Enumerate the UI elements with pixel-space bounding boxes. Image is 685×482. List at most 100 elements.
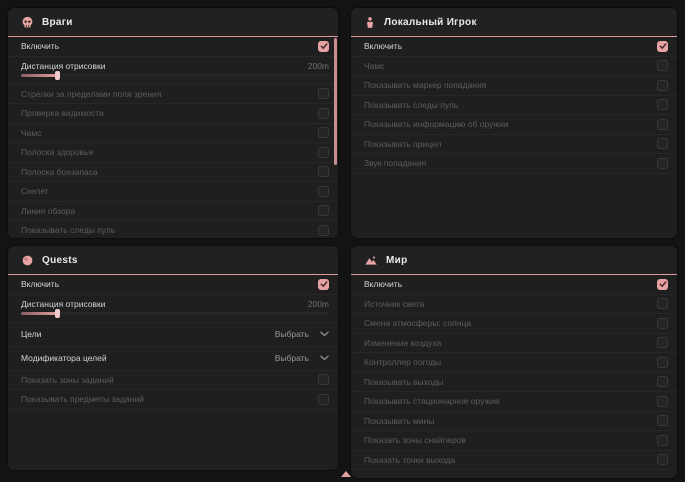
dropdown[interactable]: Выбрать xyxy=(275,329,329,339)
setting-row[interactable]: Показывать предметы заданий xyxy=(8,390,338,410)
checkbox[interactable] xyxy=(657,41,668,52)
setting-row[interactable]: Показывать стационарное оружие xyxy=(351,392,677,412)
checkbox[interactable] xyxy=(657,357,668,368)
setting-label: Показать точки выхода xyxy=(364,455,455,465)
checkbox[interactable] xyxy=(318,127,329,138)
slider-header: Дистанция отрисовки200m xyxy=(21,61,329,71)
slider-value: 200m xyxy=(308,299,329,309)
checkbox[interactable] xyxy=(318,225,329,236)
setting-label: Включить xyxy=(21,279,59,289)
setting-row[interactable]: Смена атмосферы: солнца xyxy=(351,314,677,334)
checkbox[interactable] xyxy=(318,41,329,52)
setting-row[interactable]: Включить xyxy=(351,275,677,295)
setting-row[interactable]: Проверка видимости xyxy=(8,104,338,124)
setting-label: Показать зоны заданий xyxy=(21,375,114,385)
checkbox[interactable] xyxy=(657,318,668,329)
setting-row[interactable]: Показать зоны снайперов xyxy=(351,431,677,451)
setting-row[interactable]: Показывать следы пуль xyxy=(351,96,677,116)
setting-row[interactable]: Линия обзора xyxy=(8,202,338,222)
checkbox[interactable] xyxy=(318,205,329,216)
checkbox[interactable] xyxy=(318,279,329,290)
setting-label: Дистанция отрисовки xyxy=(21,61,106,71)
checkbox[interactable] xyxy=(657,415,668,426)
panel-enemies: Враги Включить Дистанция отрисовки200m Стре… xyxy=(8,8,338,238)
setting-row[interactable]: Показывать мины xyxy=(351,412,677,432)
panel-header: Quests xyxy=(8,246,338,275)
checkbox[interactable] xyxy=(318,374,329,385)
setting-row[interactable]: Источник света xyxy=(351,295,677,315)
scroll-up-indicator[interactable] xyxy=(341,471,351,477)
setting-row[interactable]: Модификатора целейВыбрать xyxy=(8,347,338,371)
setting-row[interactable]: ЦелиВыбрать xyxy=(8,323,338,347)
setting-label: Полоска здоровья xyxy=(21,147,93,157)
checkbox[interactable] xyxy=(657,60,668,71)
setting-row[interactable]: Полоска боезапаса xyxy=(8,163,338,183)
setting-label: Стрелки за пределами поля зрения xyxy=(21,89,161,99)
setting-row[interactable]: Показать точки выхода xyxy=(351,451,677,471)
checkbox[interactable] xyxy=(657,396,668,407)
panel-body: Включить Дистанция отрисовки200m Стрелки з… xyxy=(8,37,338,238)
slider-fill xyxy=(21,312,58,315)
setting-row[interactable]: Показывать следы пуль xyxy=(8,221,338,238)
setting-label: Изменение воздуха xyxy=(364,338,441,348)
panel-title: Мир xyxy=(386,255,408,266)
checkbox[interactable] xyxy=(318,394,329,405)
checkbox[interactable] xyxy=(657,454,668,465)
setting-row[interactable]: Показывать выходы xyxy=(351,373,677,393)
checkbox[interactable] xyxy=(657,279,668,290)
setting-row[interactable]: Чамс xyxy=(8,124,338,144)
panel-world: Мир Включить Источник света Смена атмосферы… xyxy=(351,246,677,478)
setting-row[interactable]: Скелет xyxy=(8,182,338,202)
setting-row[interactable]: Показывать прицел xyxy=(351,135,677,155)
setting-row[interactable]: Дистанция отрисовки200m xyxy=(8,295,338,323)
setting-label: Включить xyxy=(364,41,402,51)
setting-row[interactable]: Полоска здоровья xyxy=(8,143,338,163)
panel-title: Локальный Игрок xyxy=(384,17,477,28)
panel-body: Включить Источник света Смена атмосферы: с… xyxy=(351,275,677,470)
slider-fill xyxy=(21,74,58,77)
checkbox[interactable] xyxy=(318,88,329,99)
setting-row[interactable]: Включить xyxy=(8,37,338,57)
checkbox[interactable] xyxy=(657,158,668,169)
mountains-icon xyxy=(364,254,378,267)
panel-header: Мир xyxy=(351,246,677,275)
checkbox[interactable] xyxy=(318,186,329,197)
setting-row[interactable]: Звук попадания xyxy=(351,154,677,174)
checkbox[interactable] xyxy=(657,376,668,387)
checkbox[interactable] xyxy=(657,80,668,91)
panel-header: Локальный Игрок xyxy=(351,8,677,37)
slider[interactable] xyxy=(21,74,329,77)
setting-row[interactable]: Чамс xyxy=(351,57,677,77)
checkbox[interactable] xyxy=(657,337,668,348)
panel-title: Враги xyxy=(42,17,73,28)
setting-label: Источник света xyxy=(364,299,424,309)
setting-row[interactable]: Показывать маркер попадания xyxy=(351,76,677,96)
setting-row[interactable]: Показывать информацию об оружии xyxy=(351,115,677,135)
setting-row[interactable]: Контроллер погоды xyxy=(351,353,677,373)
setting-label: Показывать мины xyxy=(364,416,434,426)
setting-row[interactable]: Изменение воздуха xyxy=(351,334,677,354)
dropdown[interactable]: Выбрать xyxy=(275,353,329,363)
setting-row[interactable]: Стрелки за пределами поля зрения xyxy=(8,85,338,105)
setting-row[interactable]: Дистанция отрисовки200m xyxy=(8,57,338,85)
checkbox[interactable] xyxy=(657,119,668,130)
checkbox[interactable] xyxy=(318,147,329,158)
setting-label: Показывать маркер попадания xyxy=(364,80,486,90)
checkbox[interactable] xyxy=(318,166,329,177)
setting-label: Включить xyxy=(21,41,59,51)
setting-row[interactable]: Показать зоны заданий xyxy=(8,371,338,391)
checkbox[interactable] xyxy=(657,99,668,110)
setting-label: Полоска боезапаса xyxy=(21,167,98,177)
slider-thumb[interactable] xyxy=(55,309,60,318)
setting-row[interactable]: Включить xyxy=(8,275,338,295)
slider[interactable] xyxy=(21,312,329,315)
scrollbar[interactable] xyxy=(334,38,337,165)
setting-row[interactable]: Включить xyxy=(351,37,677,57)
checkbox[interactable] xyxy=(657,138,668,149)
panel-header: Враги xyxy=(8,8,338,37)
checkbox[interactable] xyxy=(657,298,668,309)
slider-thumb[interactable] xyxy=(55,71,60,80)
checkbox[interactable] xyxy=(318,108,329,119)
setting-label: Линия обзора xyxy=(21,206,75,216)
checkbox[interactable] xyxy=(657,435,668,446)
